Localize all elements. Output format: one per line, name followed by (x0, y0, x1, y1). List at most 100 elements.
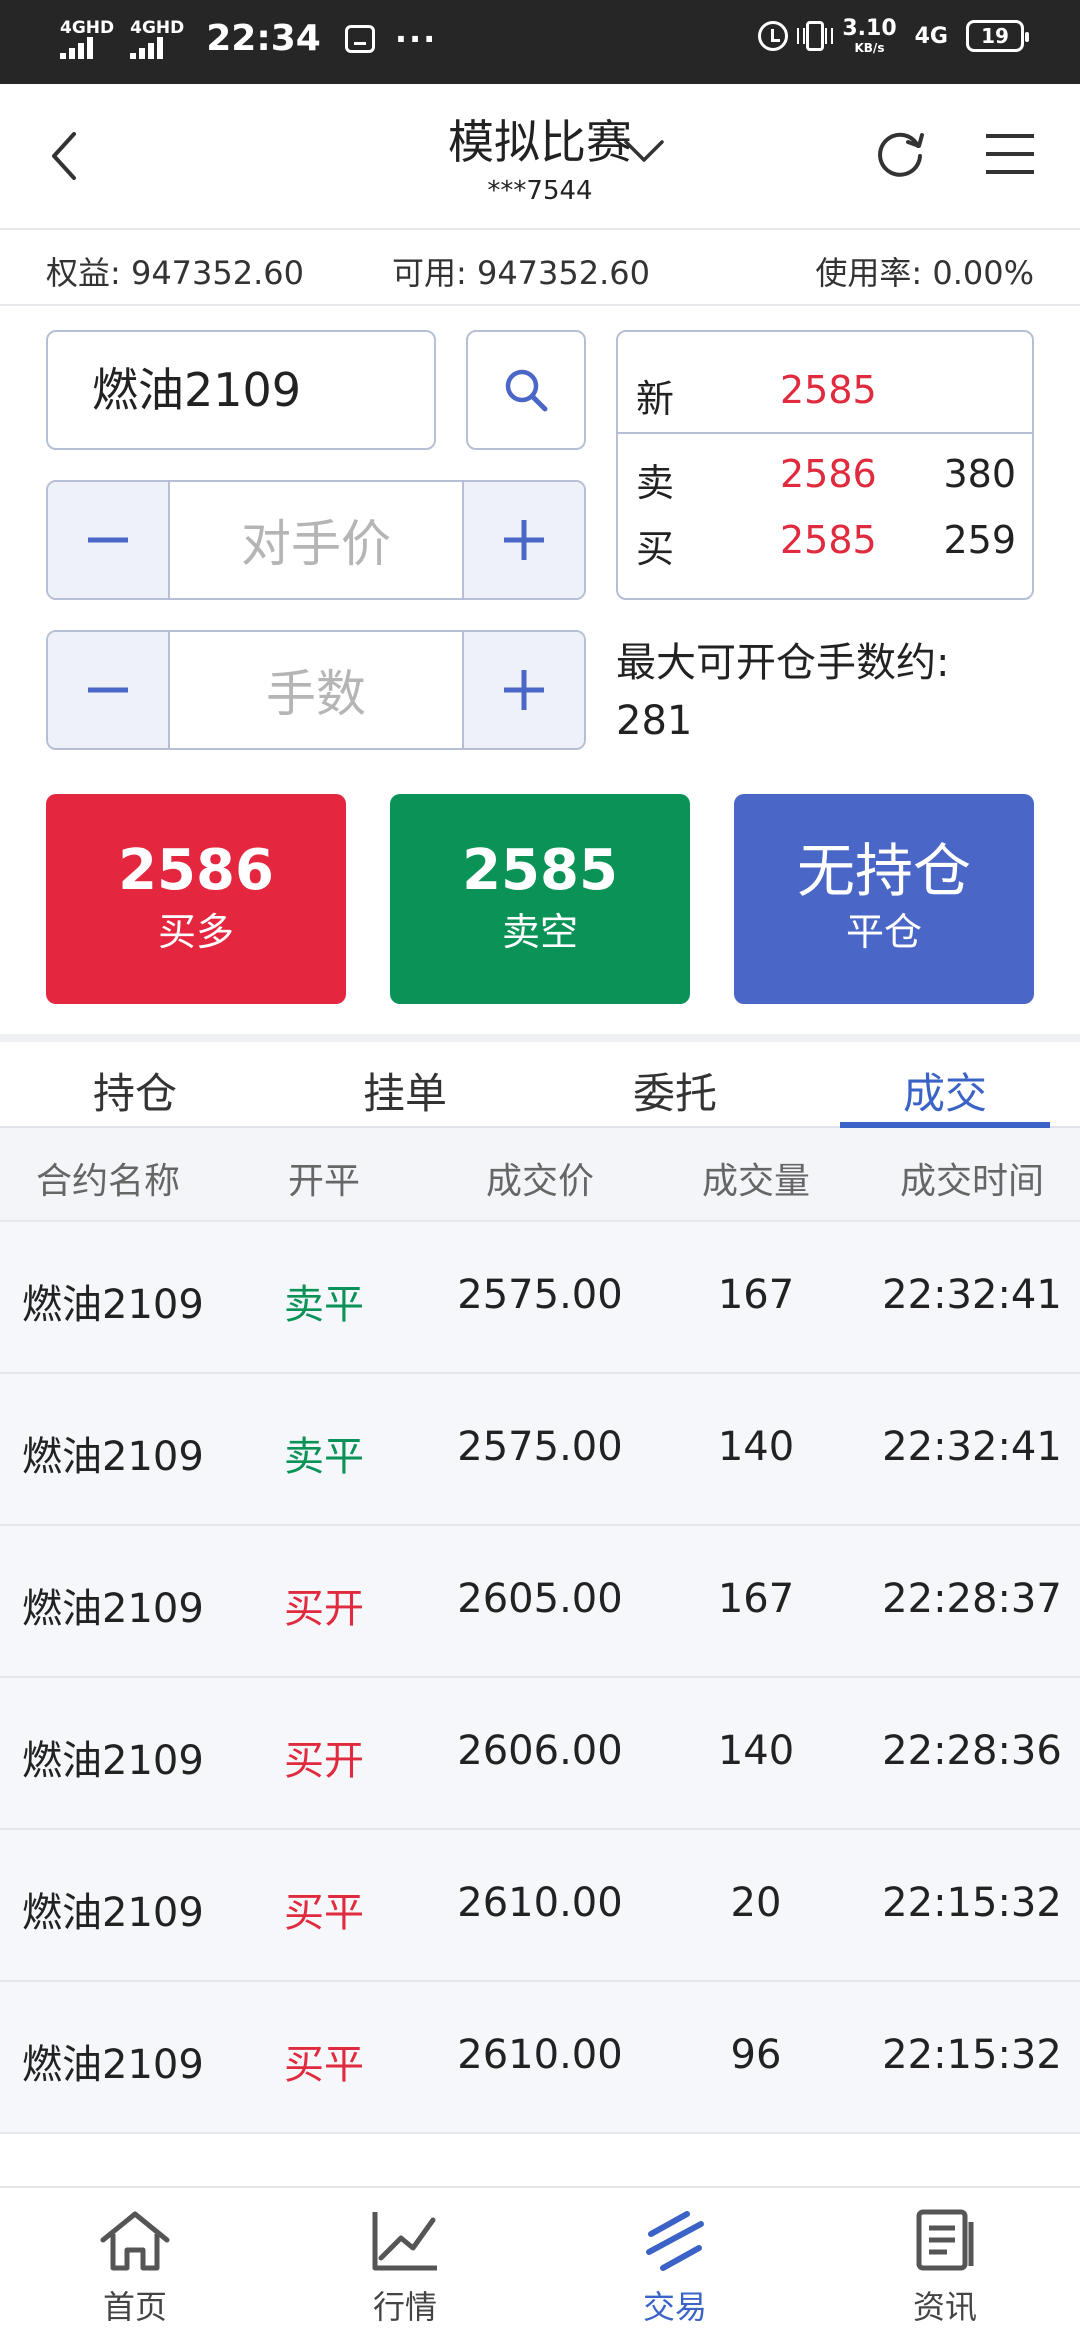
close-status: 无持仓 (796, 837, 971, 905)
qty-minus-button[interactable] (48, 632, 168, 748)
close-label: 平仓 (845, 910, 922, 954)
battery-icon: 19 (966, 20, 1029, 52)
table-row[interactable]: 燃油2109 卖平 2575.00 167 22:32:41 (0, 1222, 1080, 1374)
quote-divider (618, 432, 1032, 434)
tab-pending[interactable]: 挂单 (270, 1042, 540, 1126)
row-offset: 买开 (284, 1586, 364, 1632)
chevron-down-icon[interactable] (622, 136, 666, 166)
account-number: ***7544 (487, 176, 593, 206)
ask-price: 2586 (780, 452, 877, 496)
table-row[interactable]: 燃油2109 买开 2605.00 167 22:28:37 (0, 1526, 1080, 1678)
row-time: 22:32:41 (882, 1272, 1062, 1318)
row-volume: 167 (717, 1576, 795, 1622)
nav-market-label: 行情 (372, 2288, 437, 2326)
equity: 权益: 947352.60 (46, 254, 305, 292)
row-price: 2610.00 (457, 2032, 623, 2078)
row-volume: 20 (730, 1880, 782, 1926)
network-speed: 3.10 KB/s (842, 16, 897, 55)
buy-price: 2586 (118, 838, 274, 903)
vibrate-icon (797, 21, 834, 51)
app-header: 模拟比赛 ***7544 (0, 84, 1080, 230)
speed-value: 3.10 (842, 16, 897, 41)
news-icon (916, 2209, 974, 2271)
ask-row[interactable]: 卖 2586 380 (618, 444, 1032, 505)
minus-icon (88, 537, 128, 543)
bid-row[interactable]: 买 2585 259 (618, 510, 1032, 571)
row-volume: 140 (717, 1424, 795, 1470)
tab-trades[interactable]: 成交 (810, 1042, 1080, 1128)
record-tabs: 持仓 挂单 委托 成交 (0, 1042, 1080, 1128)
sell-label: 卖空 (501, 910, 578, 954)
menu-icon[interactable] (984, 132, 1036, 176)
buy-label: 买多 (157, 910, 234, 954)
header-time: 成交时间 (899, 1161, 1044, 1202)
last-price: 2585 (780, 368, 877, 412)
status-bar: 4GHD 4GHD 22:34 ··· 3.10 KB/s 4G 19 (0, 0, 1080, 84)
table-row[interactable]: 燃油2109 买开 2606.00 140 22:28:36 (0, 1678, 1080, 1830)
signal-bars-icon (60, 36, 93, 59)
quantity-input[interactable]: 手数 (168, 632, 464, 748)
search-button[interactable] (466, 330, 586, 450)
row-time: 22:28:37 (882, 1576, 1062, 1622)
row-price: 2575.00 (457, 1424, 623, 1470)
qty-plus-button[interactable] (464, 632, 584, 748)
row-offset: 卖平 (284, 1434, 364, 1480)
table-row[interactable]: 燃油2109 买平 2610.00 20 22:15:32 (0, 1830, 1080, 1982)
sell-short-button[interactable]: 2585 卖空 (390, 794, 690, 1004)
row-contract: 燃油2109 (22, 1890, 204, 1936)
home-icon (100, 2211, 170, 2271)
row-time: 22:15:32 (882, 1880, 1062, 1926)
row-time: 22:32:41 (882, 1424, 1062, 1470)
signal-2-label: 4GHD (130, 17, 185, 38)
trades-table: 燃油2109 卖平 2575.00 167 22:32:41 燃油2109 卖平… (0, 1222, 1080, 2134)
header-contract: 合约名称 (35, 1161, 180, 1202)
row-offset: 买平 (284, 2042, 364, 2088)
alarm-icon (758, 21, 789, 51)
header-price: 成交价 (485, 1161, 594, 1202)
nav-news-label: 资讯 (912, 2288, 977, 2326)
last-price-row: 新 2585 (618, 360, 1032, 421)
trades-table-header: 合约名称 开平 成交价 成交量 成交时间 (0, 1128, 1080, 1222)
header-volume: 成交量 (701, 1161, 810, 1202)
row-volume: 96 (730, 2032, 782, 2078)
tab-positions[interactable]: 持仓 (0, 1042, 270, 1126)
nav-trade-label: 交易 (642, 2288, 707, 2326)
nav-home[interactable]: 首页 (0, 2188, 270, 2340)
clock: 22:34 (206, 18, 321, 59)
ask-volume: 380 (943, 452, 1016, 496)
row-time: 22:28:36 (882, 1728, 1062, 1774)
row-offset: 卖平 (284, 1282, 364, 1328)
nav-news[interactable]: 资讯 (810, 2188, 1080, 2340)
message-notification-icon (344, 24, 375, 53)
price-input[interactable]: 对手价 (168, 482, 464, 598)
row-contract: 燃油2109 (22, 1586, 204, 1632)
table-row[interactable]: 燃油2109 卖平 2575.00 140 22:32:41 (0, 1374, 1080, 1526)
row-contract: 燃油2109 (22, 1282, 204, 1328)
signal-1-label: 4GHD (60, 17, 115, 38)
row-price: 2610.00 (457, 1880, 623, 1926)
refresh-icon[interactable] (872, 124, 928, 180)
price-plus-button[interactable] (464, 482, 584, 598)
available-funds: 可用: 947352.60 (392, 254, 651, 292)
network-type: 4G (914, 23, 948, 49)
row-volume: 167 (717, 1272, 795, 1318)
table-row[interactable]: 燃油2109 买平 2610.00 96 22:15:32 (0, 1982, 1080, 2134)
usage-rate: 使用率: 0.00% (815, 254, 1034, 292)
max-open-label: 最大可开仓手数约: (616, 640, 950, 686)
last-price-label: 新 (636, 377, 675, 421)
row-price: 2575.00 (457, 1272, 623, 1318)
more-notifications-icon: ··· (394, 19, 438, 58)
close-position-button[interactable]: 无持仓 平仓 (734, 794, 1034, 1004)
signal-1: 4GHD (60, 19, 114, 59)
buy-long-button[interactable]: 2586 买多 (46, 794, 346, 1004)
ask-label: 卖 (636, 461, 675, 505)
page-title[interactable]: 模拟比赛 (448, 106, 632, 172)
nav-market[interactable]: 行情 (270, 2188, 540, 2340)
nav-home-label: 首页 (102, 2288, 167, 2326)
tab-orders[interactable]: 委托 (540, 1042, 810, 1126)
contract-input[interactable]: 燃油2109 (46, 330, 436, 450)
nav-trade[interactable]: 交易 (540, 2188, 810, 2340)
row-offset: 买平 (284, 1890, 364, 1936)
price-minus-button[interactable] (48, 482, 168, 598)
max-open-info: 最大可开仓手数约: 281 (616, 634, 1046, 750)
